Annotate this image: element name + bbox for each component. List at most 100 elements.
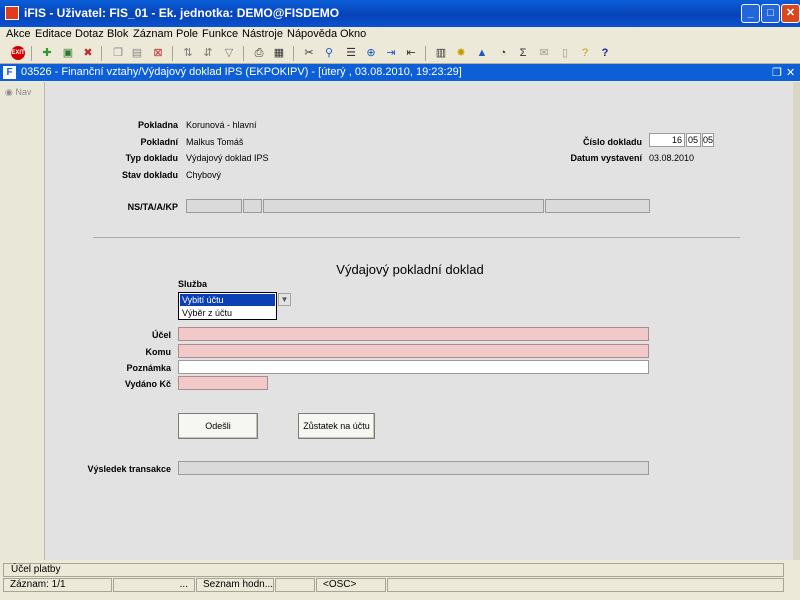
sluzba-label: Služba <box>178 279 208 289</box>
ucel-label: Účel <box>151 330 171 340</box>
vysledek-field <box>178 461 649 475</box>
vydano-label: Vydáno Kč <box>124 379 171 389</box>
status-osc: <OSC> <box>316 578 386 592</box>
status-bar: Účel platby Záznam: 1/1 ... Seznam hodn.… <box>0 562 800 600</box>
section-divider <box>93 237 740 238</box>
menu-funkce[interactable]: Funkce <box>202 28 238 40</box>
stav-dokladu-label: Stav dokladu <box>121 170 178 180</box>
print-icon[interactable]: ⎙ <box>252 46 266 60</box>
main-form: Pokladna Korunová - hlavní Pokladní Malk… <box>45 82 793 560</box>
ucel-field[interactable] <box>178 327 649 341</box>
menu-akce[interactable]: Akce <box>6 28 30 40</box>
next-block-icon[interactable]: ⇥ <box>384 46 398 60</box>
menu-blok[interactable]: Blok <box>107 28 128 40</box>
nav-link[interactable]: ◉ Nav <box>5 87 31 98</box>
menu-nastroje[interactable]: Nástroje <box>242 28 283 40</box>
ta-field[interactable] <box>243 199 262 213</box>
stav-dokladu-value: Chybový <box>186 170 222 180</box>
settings-icon[interactable]: ✸ <box>454 46 468 60</box>
ns-ta-a-kp-label: NS/TA/A/KP <box>127 202 178 212</box>
new-record-icon[interactable]: ✚ <box>40 46 54 60</box>
status-empty <box>275 578 315 592</box>
typ-dokladu-value: Výdajový doklad IPS <box>186 153 269 163</box>
komu-label: Komu <box>145 347 172 357</box>
pokladni-label: Pokladní <box>140 137 178 147</box>
zustatek-button[interactable]: Zůstatek na účtu <box>298 413 375 439</box>
mail-icon[interactable]: ✉ <box>537 46 551 60</box>
chevron-down-icon[interactable]: ▼ <box>278 293 291 306</box>
minimize-button[interactable]: _ <box>741 4 760 23</box>
close-button[interactable]: ✕ <box>781 4 800 23</box>
prev-block-icon[interactable]: ⇤ <box>404 46 418 60</box>
filter-icon[interactable]: ▽ <box>222 46 236 60</box>
zoom-icon[interactable]: ⊕ <box>364 46 378 60</box>
window-titlebar[interactable]: iFIS - Uživatel: FIS_01 - Ek. jednotka: … <box>0 0 800 27</box>
toolbar-separator <box>31 46 32 61</box>
menu-napoveda[interactable]: Nápověda <box>287 28 337 40</box>
help-icon[interactable]: ? <box>598 46 612 60</box>
restore-icon[interactable]: ❐ <box>772 66 782 79</box>
calculator-icon[interactable]: ▥ <box>434 46 448 60</box>
status-row: Záznam: 1/1 ... Seznam hodn... <OSC> <box>0 578 800 594</box>
cut-icon[interactable]: ✂ <box>302 46 316 60</box>
cislo-dokladu-field-2[interactable]: 05 <box>686 133 701 147</box>
status-dots: ... <box>113 578 195 592</box>
poznamka-field[interactable] <box>178 360 649 374</box>
pokladna-label: Pokladna <box>137 120 178 130</box>
window-title: iFIS - Uživatel: FIS_01 - Ek. jednotka: … <box>24 6 340 20</box>
pokladna-value: Korunová - hlavní <box>186 120 257 130</box>
kp-field[interactable] <box>545 199 650 213</box>
copy-icon[interactable]: ❐ <box>111 46 125 60</box>
sort-asc-icon[interactable]: ⇅ <box>181 46 195 60</box>
form-titlebar[interactable]: F 03526 - Finanční vztahy/Výdajový dokla… <box>0 64 800 81</box>
export-icon[interactable]: ▦ <box>272 46 286 60</box>
form-close-icon[interactable]: ✕ <box>786 66 795 79</box>
vydano-field[interactable] <box>178 376 268 390</box>
query-icon[interactable]: ⚲ <box>322 46 336 60</box>
ns-field[interactable] <box>186 199 242 213</box>
save-icon[interactable]: ▣ <box>61 46 75 60</box>
sluzba-option[interactable]: Výběr z účtu <box>180 307 275 319</box>
sluzba-option-selected[interactable]: Vybití účtu <box>180 294 275 306</box>
datum-vystaveni-value: 03.08.2010 <box>649 153 695 163</box>
poznamka-label: Poznámka <box>126 363 171 373</box>
cislo-dokladu-field-1[interactable]: 16 <box>649 133 685 147</box>
vysledek-label: Výsledek transakce <box>87 464 171 474</box>
sum-icon[interactable]: Σ <box>516 46 530 60</box>
komu-field[interactable] <box>178 344 649 358</box>
side-panel: ◉ Nav <box>0 82 45 560</box>
typ-dokladu-label: Typ dokladu <box>125 153 178 163</box>
menu-editace[interactable]: Editace <box>35 28 72 40</box>
pokladni-value: Malkus Tomáš <box>186 137 244 147</box>
toolbar-separator <box>172 46 173 61</box>
menu-dotaz[interactable]: Dotaz <box>75 28 104 40</box>
status-list-values: Seznam hodn... <box>196 578 274 592</box>
toolbar-separator <box>293 46 294 61</box>
cislo-dokladu-field-3[interactable]: 05 <box>702 133 714 147</box>
form-icon: F <box>3 66 16 79</box>
sort-desc-icon[interactable]: ⇵ <box>201 46 215 60</box>
a-field[interactable] <box>263 199 544 213</box>
status-hint: Účel platby <box>3 563 784 577</box>
paste-icon[interactable]: ▤ <box>130 46 144 60</box>
menu-zaznam[interactable]: Záznam <box>133 28 173 40</box>
odesli-button[interactable]: Odešli <box>178 413 258 439</box>
help-topic-icon[interactable]: ? <box>578 46 592 60</box>
nav-label: Nav <box>15 87 32 97</box>
status-empty <box>387 578 784 592</box>
exit-icon[interactable]: EXIT <box>11 46 25 60</box>
toolbar: EXIT ✚ ▣ ✖ ❐ ▤ ⊠ ⇅ ⇵ ▽ ⎙ ▦ ✂ ⚲ ☰ ⊕ ⇥ ⇤ ▥… <box>0 43 800 64</box>
list-values-icon[interactable]: ☰ <box>344 46 358 60</box>
chart-icon[interactable]: ▲ <box>475 46 489 60</box>
status-record: Záznam: 1/1 <box>3 578 112 592</box>
menu-okno[interactable]: Okno <box>340 28 366 40</box>
note-icon[interactable]: ▯ <box>558 46 572 60</box>
menu-pole[interactable]: Pole <box>176 28 198 40</box>
delete-record-icon[interactable]: ✖ <box>81 46 95 60</box>
sluzba-dropdown-list[interactable]: Vybití účtu Výběr z účtu <box>178 292 277 320</box>
maximize-button[interactable]: □ <box>761 4 780 23</box>
toolbar-separator <box>101 46 102 61</box>
clock-icon[interactable]: ◔ <box>496 46 510 60</box>
vertical-scrollbar[interactable] <box>793 82 800 560</box>
clear-icon[interactable]: ⊠ <box>151 46 165 60</box>
